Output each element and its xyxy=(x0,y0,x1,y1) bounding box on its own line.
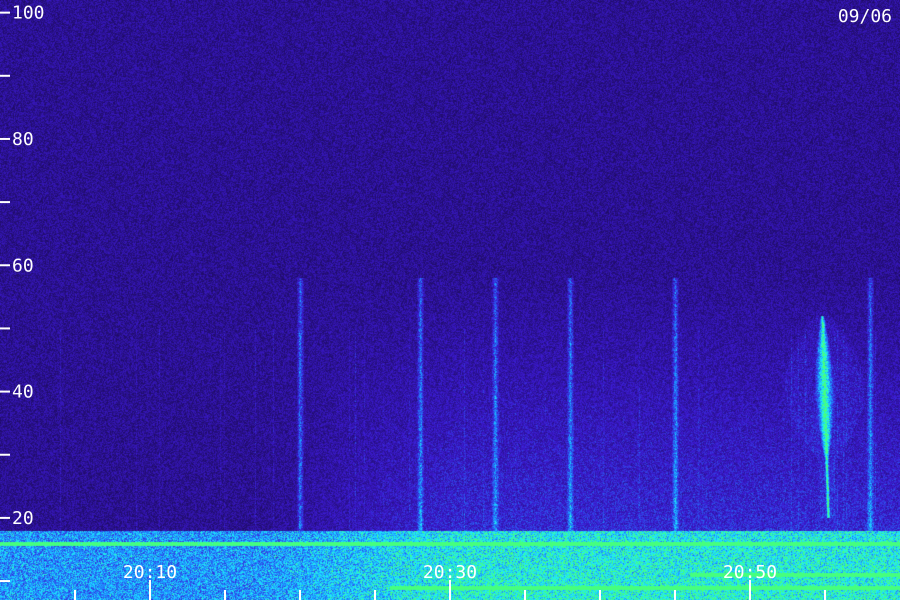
x-tick-label: 20:10 xyxy=(123,562,177,583)
y-tick-label: 100 xyxy=(12,3,45,24)
y-tick-label: 80 xyxy=(12,129,34,150)
y-tick-label: 20 xyxy=(12,508,34,529)
x-tick-label: 20:30 xyxy=(423,562,477,583)
axes: 100 80 60 40 20 20:10 20:30 20:50 xyxy=(0,3,826,600)
date-label: 09/06 xyxy=(837,6,892,27)
x-tick-label: 20:50 xyxy=(723,562,777,583)
y-tick-label: 60 xyxy=(12,255,34,276)
y-tick-label: 40 xyxy=(12,382,34,403)
spectrogram: 100 80 60 40 20 20:10 20:30 20:50 09/06 xyxy=(0,0,900,600)
